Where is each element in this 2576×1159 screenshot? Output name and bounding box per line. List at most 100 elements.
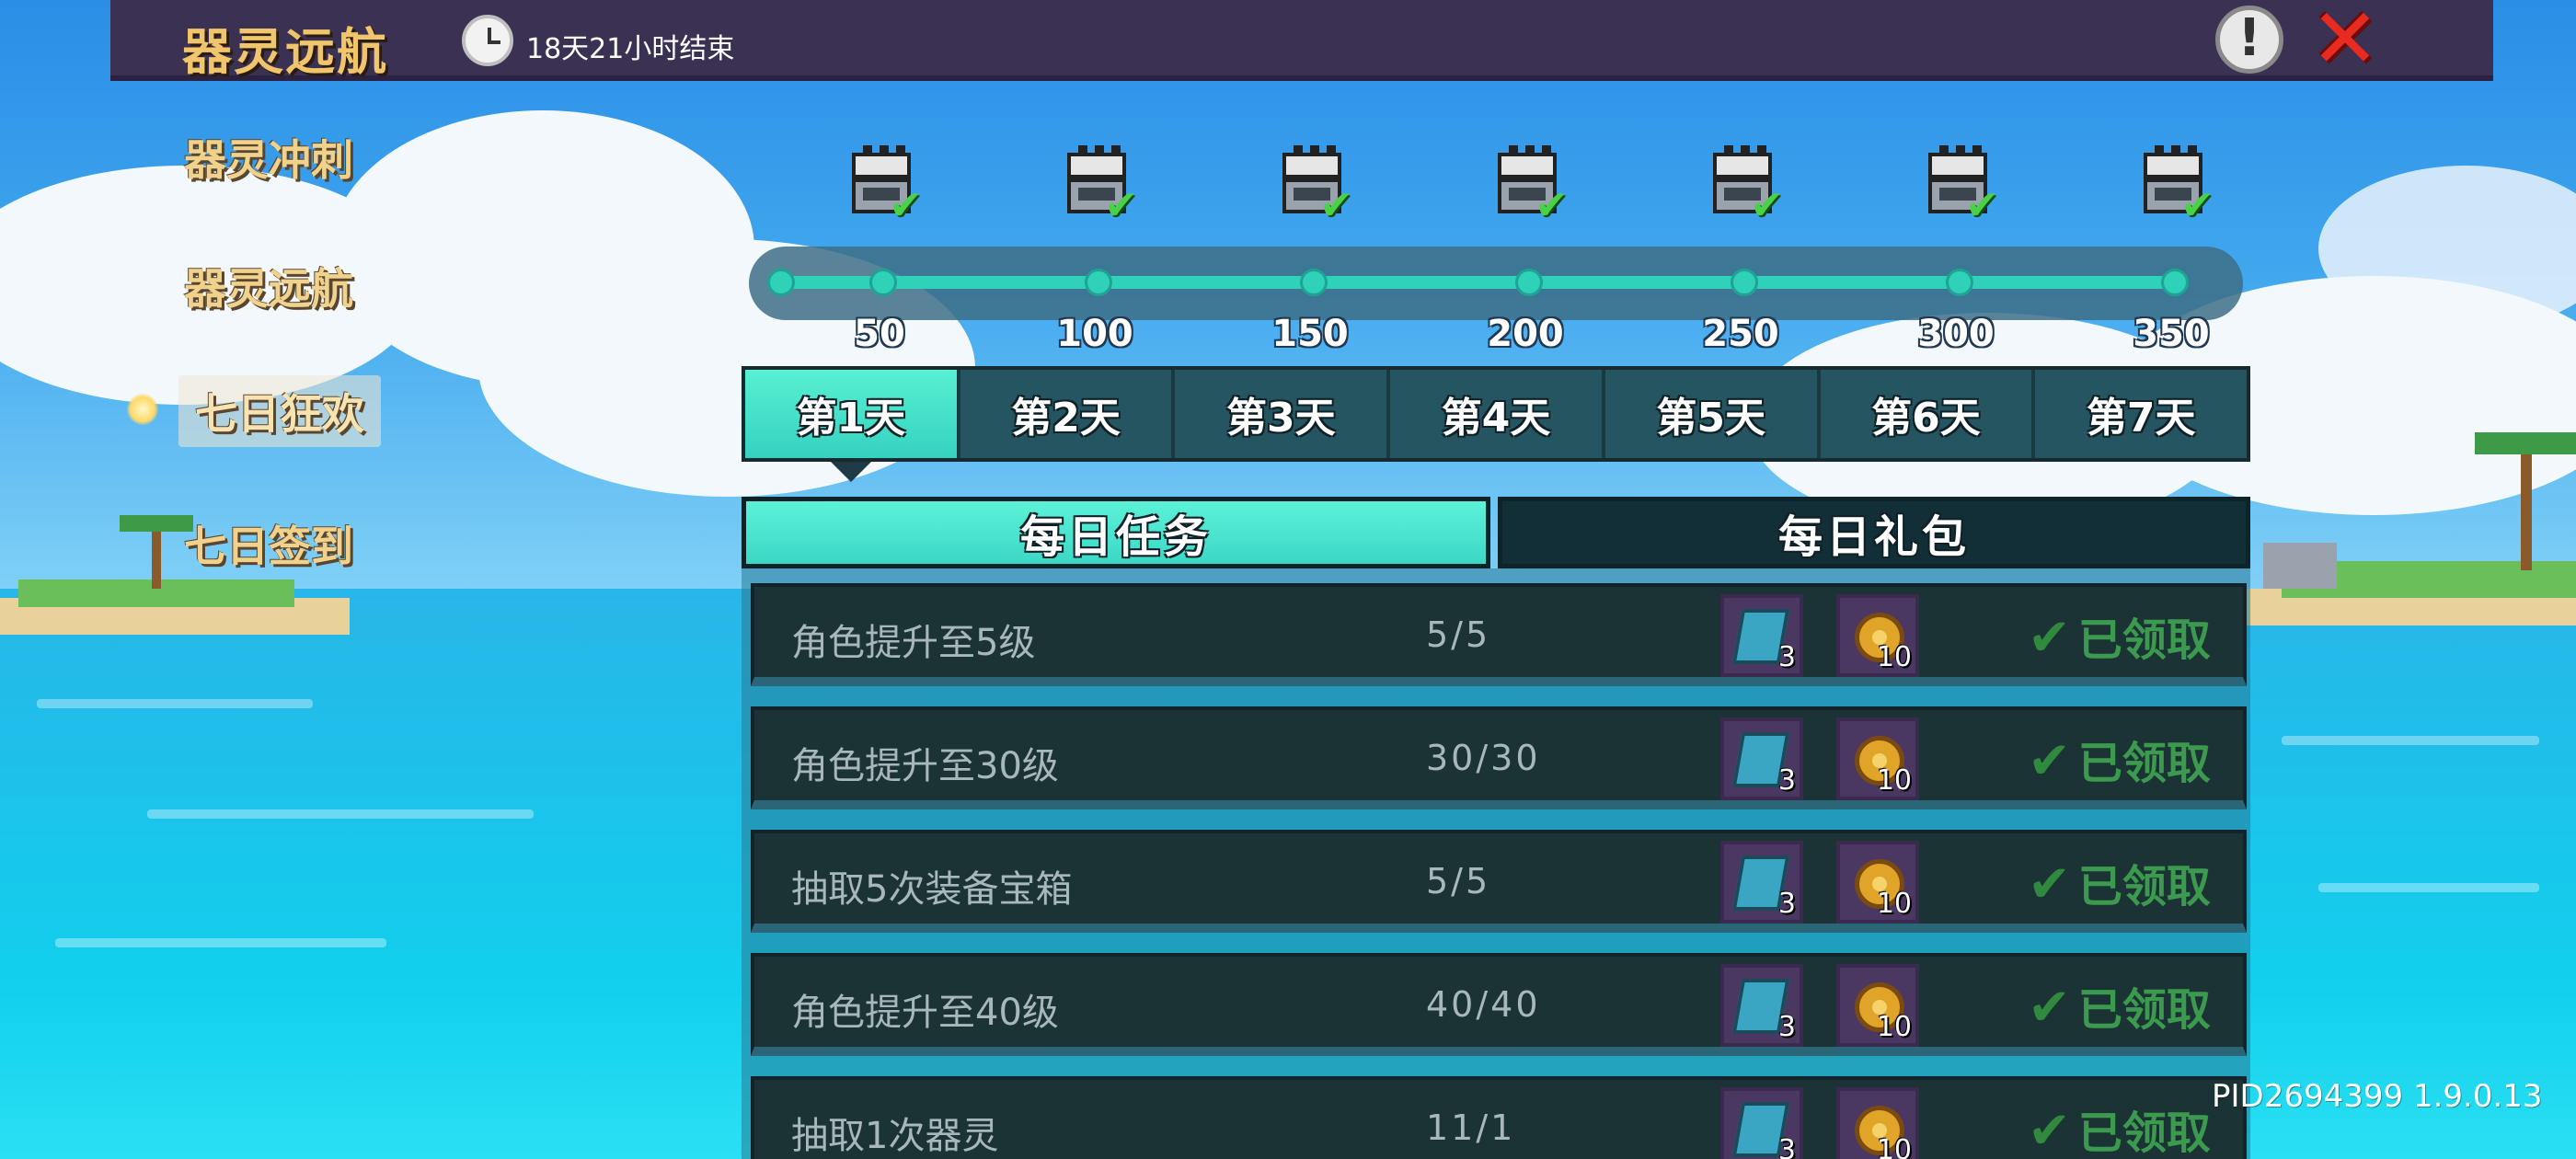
milestone-label: 350 <box>2133 313 2210 355</box>
reward-qty: 10 <box>1876 1011 1912 1043</box>
tab-day-4[interactable]: 第4天 <box>1390 370 1605 458</box>
wave <box>2282 736 2539 745</box>
wave <box>2318 883 2539 892</box>
selected-glow-icon <box>127 394 158 425</box>
info-button[interactable]: ! <box>2215 6 2283 74</box>
task-row: 抽取1次器灵 11/1 3 10 ✔ 已领取 <box>751 1076 2247 1159</box>
milestone-label: 200 <box>1487 313 1564 355</box>
milestone-label: 50 <box>854 313 905 355</box>
tab-day-5[interactable]: 第5天 <box>1604 370 1821 458</box>
progress-node <box>1085 269 1112 296</box>
tab-day-1[interactable]: 第1天 <box>745 370 960 482</box>
milestone-chest-300[interactable]: ✔ <box>1923 145 1999 229</box>
build-id: PID2694399 1.9.0.13 <box>2212 1078 2543 1115</box>
check-icon: ✔ <box>1104 182 1138 229</box>
milestone-chest-250[interactable]: ✔ <box>1708 145 1784 229</box>
task-name: 角色提升至30级 <box>791 745 1059 787</box>
check-icon: ✔ <box>2028 978 2071 1038</box>
milestone-label: 250 <box>1702 313 1779 355</box>
clock-icon <box>462 15 513 66</box>
event-timer: 18天21小时结束 <box>526 33 735 65</box>
wave <box>55 938 386 947</box>
tab-day-3[interactable]: 第3天 <box>1175 370 1391 458</box>
tab-day-7[interactable]: 第7天 <box>2035 370 2248 458</box>
sidebar-item-seven-day-carnival[interactable]: 七日狂欢 <box>178 375 381 447</box>
milestone-label: 100 <box>1056 313 1133 355</box>
claimed-status: ✔ 已领取 <box>2028 855 2211 914</box>
reward-qty: 10 <box>1876 641 1912 673</box>
milestone-label: 150 <box>1271 313 1349 355</box>
task-name: 抽取1次器灵 <box>791 1115 999 1157</box>
milestone-chest-100[interactable]: ✔ <box>1062 145 1138 229</box>
progress-node <box>1300 269 1328 296</box>
task-row: 抽取5次装备宝箱 5/5 3 10 ✔ 已领取 <box>751 830 2247 933</box>
wave <box>37 699 313 708</box>
tab-daily-tasks[interactable]: 每日任务 <box>742 497 1490 568</box>
reward-qty: 3 <box>1777 1134 1796 1159</box>
sidebar-item-sprint[interactable]: 器灵冲刺 <box>184 127 353 188</box>
task-progress: 5/5 <box>1426 861 1491 901</box>
close-icon: ✕ <box>2310 0 2380 87</box>
milestone-chest-150[interactable]: ✔ <box>1277 145 1353 229</box>
top-bar: 器灵远航 18天21小时结束 ! ✕ <box>110 0 2493 81</box>
check-icon: ✔ <box>1965 182 1999 229</box>
check-icon: ✔ <box>2028 608 2071 668</box>
task-name: 角色提升至40级 <box>791 992 1059 1034</box>
reward-gold-coin[interactable]: 10 <box>1836 841 1919 924</box>
page-title: 器灵远航 <box>182 23 388 81</box>
task-progress: 5/5 <box>1426 614 1491 655</box>
reward-gem-card[interactable]: 3 <box>1720 1087 1803 1159</box>
check-icon: ✔ <box>1750 182 1784 229</box>
reward-gold-coin[interactable]: 10 <box>1836 964 1919 1047</box>
reward-gem-card[interactable]: 3 <box>1720 964 1803 1047</box>
exclamation-icon: ! <box>2237 8 2261 68</box>
task-row: 角色提升至5级 5/5 3 10 ✔ 已领取 <box>751 583 2247 686</box>
task-progress: 30/30 <box>1426 738 1541 778</box>
wave <box>147 809 534 819</box>
reward-qty: 3 <box>1777 764 1796 797</box>
day-tabs: 第1天 第2天 第3天 第4天 第5天 第6天 第7天 <box>742 366 2250 482</box>
close-button[interactable]: ✕ <box>2307 0 2383 81</box>
check-icon: ✔ <box>2028 731 2071 791</box>
task-row: 角色提升至30级 30/30 3 10 ✔ 已领取 <box>751 706 2247 809</box>
task-row: 角色提升至40级 40/40 3 10 ✔ 已领取 <box>751 953 2247 1056</box>
reward-gem-card[interactable]: 3 <box>1720 717 1803 800</box>
tab-day-6[interactable]: 第6天 <box>1820 370 2036 458</box>
task-progress: 40/40 <box>1426 984 1541 1025</box>
progress-node <box>1731 269 1758 296</box>
milestone-chest-350[interactable]: ✔ <box>2138 145 2214 229</box>
task-name: 角色提升至5级 <box>791 622 1036 664</box>
claimed-status: ✔ 已领取 <box>2028 978 2211 1038</box>
sidebar-item-voyage[interactable]: 器灵远航 <box>184 256 353 316</box>
claimed-status: ✔ 已领取 <box>2028 608 2211 668</box>
milestone-chest-50[interactable]: ✔ <box>846 145 923 229</box>
tab-daily-gift[interactable]: 每日礼包 <box>1498 497 2250 568</box>
task-list[interactable]: 角色提升至5级 5/5 3 10 ✔ 已领取 角色提升至30级 30/30 3 1… <box>742 568 2250 1159</box>
claimed-status: ✔ 已领取 <box>2028 731 2211 791</box>
check-icon: ✔ <box>2180 182 2214 229</box>
reward-gold-coin[interactable]: 10 <box>1836 717 1919 800</box>
sidebar-item-seven-day-signin[interactable]: 七日签到 <box>184 513 353 574</box>
reward-qty: 3 <box>1777 888 1796 920</box>
reward-gem-card[interactable]: 3 <box>1720 594 1803 677</box>
check-icon: ✔ <box>2028 1101 2071 1159</box>
milestone-chest-200[interactable]: ✔ <box>1492 145 1569 229</box>
reward-gold-coin[interactable]: 10 <box>1836 1087 1919 1159</box>
claimed-status: ✔ 已领取 <box>2028 1101 2211 1159</box>
reward-gem-card[interactable]: 3 <box>1720 841 1803 924</box>
check-icon: ✔ <box>1319 182 1353 229</box>
check-icon: ✔ <box>889 182 923 229</box>
check-icon: ✔ <box>1535 182 1569 229</box>
milestone-label: 300 <box>1917 313 1995 355</box>
progress-node <box>2161 269 2189 296</box>
task-name: 抽取5次装备宝箱 <box>791 868 1073 911</box>
check-icon: ✔ <box>2028 855 2071 914</box>
reward-qty: 10 <box>1876 1134 1912 1159</box>
task-progress: 11/1 <box>1426 1107 1516 1148</box>
progress-node <box>767 269 795 296</box>
tab-day-2[interactable]: 第2天 <box>960 370 1176 458</box>
reward-qty: 10 <box>1876 888 1912 920</box>
reward-gold-coin[interactable]: 10 <box>1836 594 1919 677</box>
reward-qty: 3 <box>1777 1011 1796 1043</box>
progress-node <box>1946 269 1973 296</box>
